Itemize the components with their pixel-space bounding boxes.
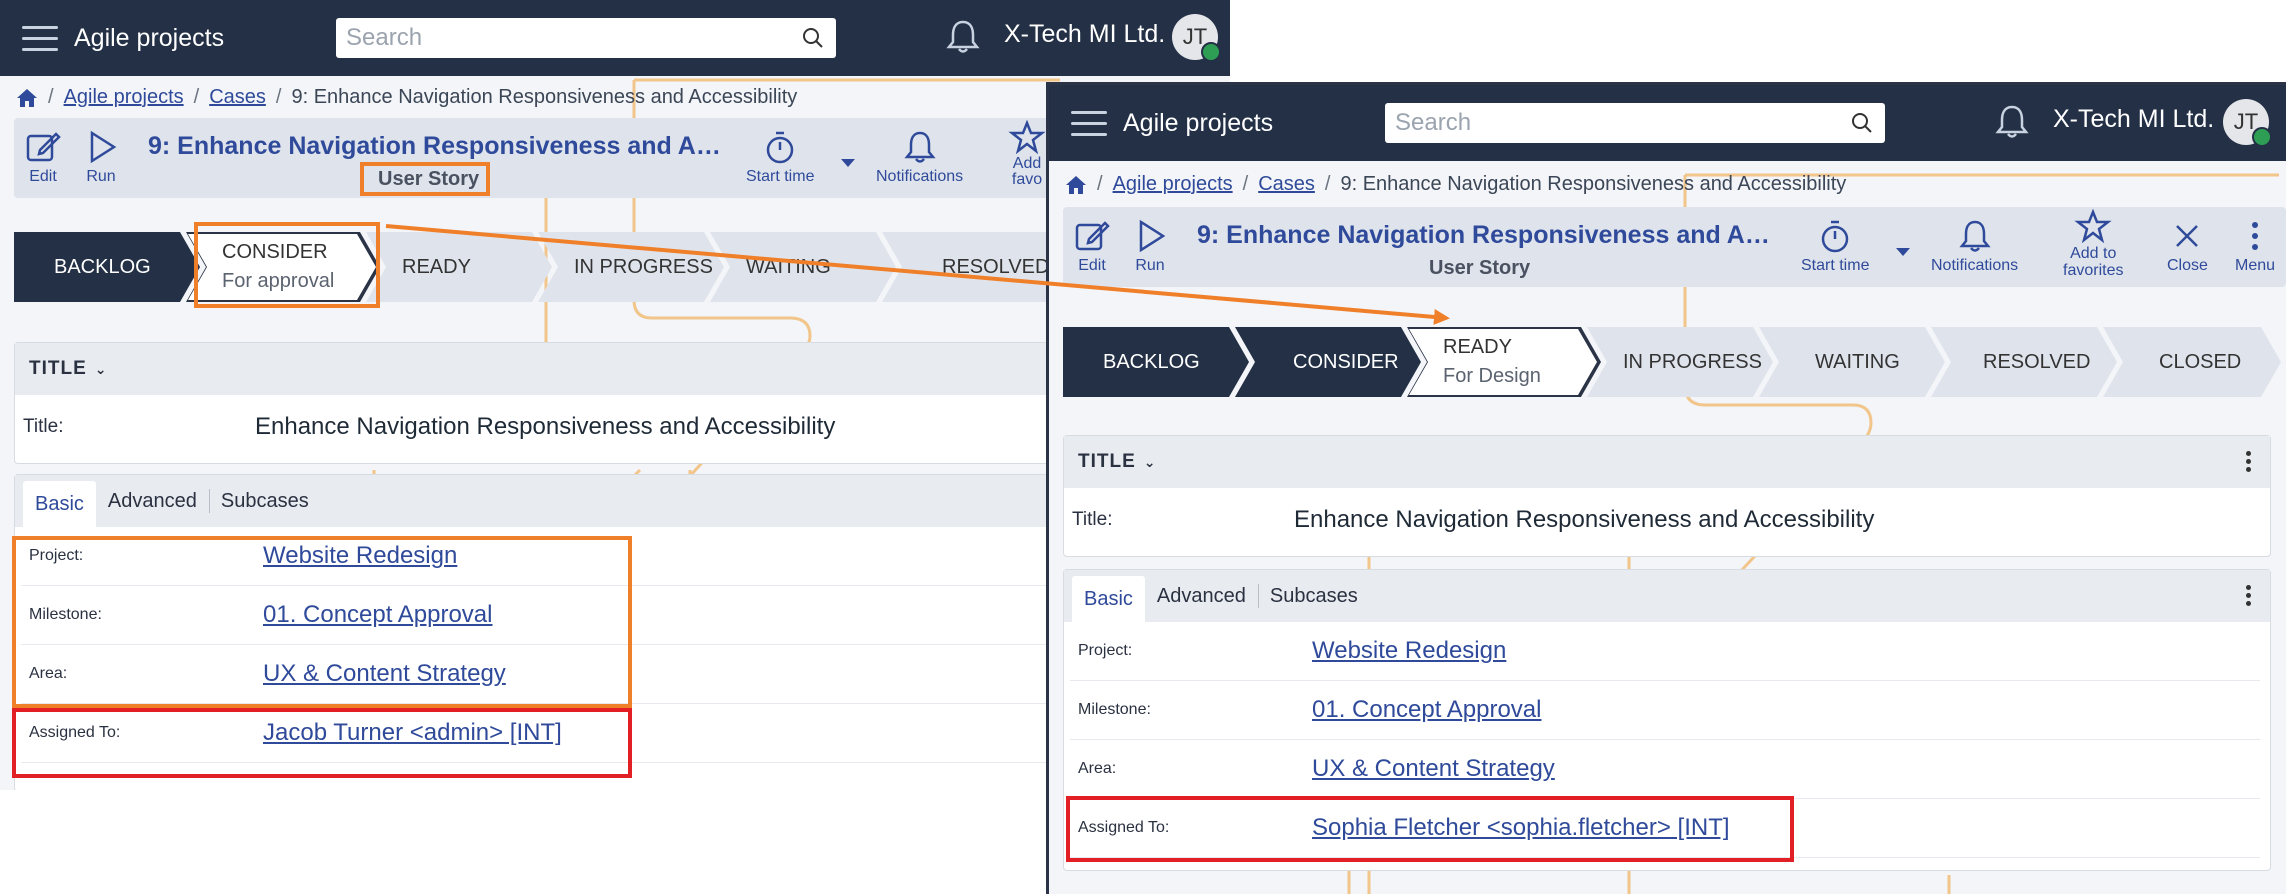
transition-arrow: [385, 224, 1450, 325]
